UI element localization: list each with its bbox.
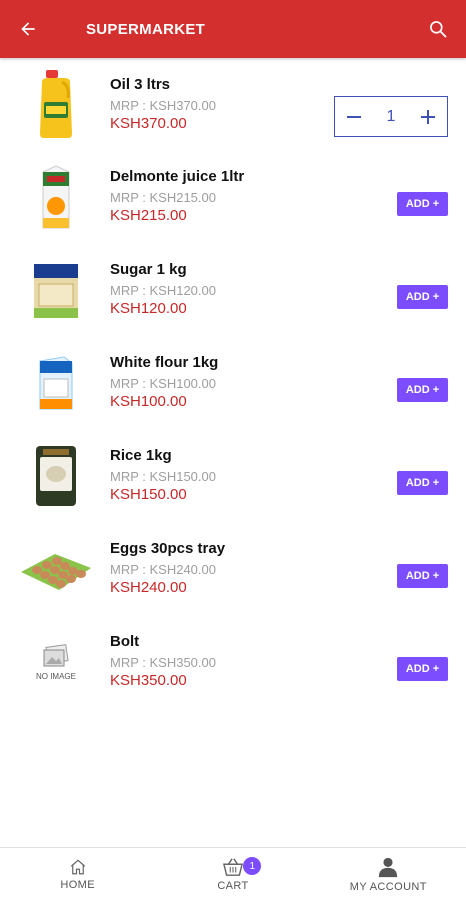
- product-name: Rice 1kg: [110, 447, 172, 464]
- product-info: Delmonte juice 1ltr MRP : KSH215.00 KSH2…: [110, 168, 244, 224]
- back-button[interactable]: [0, 0, 56, 58]
- app-bar: SUPERMARKET: [0, 0, 466, 58]
- product-price: KSH370.00: [110, 115, 187, 132]
- arrow-left-icon: [21, 22, 35, 36]
- add-to-cart-button[interactable]: ADD +: [397, 471, 448, 495]
- product-name: Oil 3 ltrs: [110, 76, 171, 93]
- product-row-oil: Oil 3 ltrs MRP : KSH370.00 KSH370.00 1: [0, 58, 466, 151]
- product-mrp: MRP : KSH350.00: [110, 655, 216, 670]
- nav-cart-label: CART: [217, 879, 249, 892]
- product-info: White flour 1kg MRP : KSH100.00 KSH100.0…: [110, 354, 218, 410]
- product-info: Eggs 30pcs tray MRP : KSH240.00 KSH240.0…: [110, 540, 225, 596]
- product-mrp: MRP : KSH150.00: [110, 469, 216, 484]
- add-to-cart-button[interactable]: ADD +: [397, 378, 448, 402]
- product-row-juice: Delmonte juice 1ltr MRP : KSH215.00 KSH2…: [0, 151, 466, 244]
- product-mrp: MRP : KSH370.00: [110, 98, 216, 113]
- product-info: Oil 3 ltrs MRP : KSH370.00 KSH370.00: [110, 76, 216, 132]
- product-name: Sugar 1 kg: [110, 261, 187, 278]
- product-row-bolt: NO IMAGE Bolt MRP : KSH350.00 KSH350.00 …: [0, 616, 466, 709]
- product-info: Sugar 1 kg MRP : KSH120.00 KSH120.00: [110, 261, 216, 317]
- product-image-rice: [18, 438, 94, 514]
- product-mrp: MRP : KSH120.00: [110, 283, 216, 298]
- search-button[interactable]: [410, 0, 466, 58]
- nav-cart[interactable]: 1 CART: [155, 848, 310, 900]
- product-image-sugar: [18, 252, 94, 328]
- product-mrp: MRP : KSH100.00: [110, 376, 216, 391]
- nav-account-label: MY ACCOUNT: [349, 880, 427, 893]
- bottom-navigation: HOME 1 CART MY ACCOUNT: [0, 847, 466, 900]
- search-icon: [430, 21, 447, 38]
- minus-icon: [347, 115, 361, 118]
- quantity-value: 1: [386, 107, 396, 125]
- page-title: SUPERMARKET: [86, 20, 206, 38]
- product-price: KSH215.00: [110, 207, 187, 224]
- cart-count-badge: 1: [243, 857, 262, 875]
- add-to-cart-button[interactable]: ADD +: [397, 657, 448, 681]
- nav-home-label: HOME: [60, 878, 95, 891]
- product-image-oil: [18, 66, 94, 142]
- product-info: Rice 1kg MRP : KSH150.00 KSH150.00: [110, 447, 216, 503]
- product-name: Delmonte juice 1ltr: [110, 168, 245, 185]
- product-price: KSH100.00: [110, 393, 187, 410]
- product-price: KSH350.00: [110, 672, 187, 689]
- product-image-placeholder: NO IMAGE: [18, 624, 94, 700]
- basket-icon: [222, 857, 244, 876]
- product-mrp: MRP : KSH215.00: [110, 190, 216, 205]
- product-image-eggs: [18, 531, 94, 607]
- product-price: KSH120.00: [110, 300, 187, 317]
- add-to-cart-button[interactable]: ADD +: [397, 285, 448, 309]
- product-name: Bolt: [110, 633, 140, 650]
- quantity-stepper: 1: [334, 96, 448, 137]
- nav-home[interactable]: HOME: [0, 848, 155, 900]
- plus-icon: [421, 109, 435, 124]
- product-row-sugar: Sugar 1 kg MRP : KSH120.00 KSH120.00 ADD…: [0, 244, 466, 337]
- product-price: KSH240.00: [110, 579, 187, 596]
- product-row-rice: Rice 1kg MRP : KSH150.00 KSH150.00 ADD +: [0, 430, 466, 523]
- product-name: White flour 1kg: [110, 354, 219, 371]
- home-icon: [70, 858, 85, 874]
- product-price: KSH150.00: [110, 486, 187, 503]
- product-info: Bolt MRP : KSH350.00 KSH350.00: [110, 633, 216, 689]
- product-row-flour: White flour 1kg MRP : KSH100.00 KSH100.0…: [0, 337, 466, 430]
- product-name: Eggs 30pcs tray: [110, 540, 226, 557]
- product-mrp: MRP : KSH240.00: [110, 562, 216, 577]
- nav-account[interactable]: MY ACCOUNT: [311, 848, 466, 900]
- add-to-cart-button[interactable]: ADD +: [397, 192, 448, 216]
- product-list: Oil 3 ltrs MRP : KSH370.00 KSH370.00 1 D…: [0, 58, 466, 709]
- no-image-icon: [43, 643, 69, 666]
- user-icon: [379, 857, 398, 877]
- no-image-label: NO IMAGE: [35, 671, 76, 681]
- product-image-juice: [18, 159, 94, 235]
- add-to-cart-button[interactable]: ADD +: [397, 564, 448, 588]
- product-row-eggs: Eggs 30pcs tray MRP : KSH240.00 KSH240.0…: [0, 523, 466, 616]
- decrease-quantity-button[interactable]: [343, 106, 365, 128]
- product-image-flour: [18, 345, 94, 421]
- increase-quantity-button[interactable]: [417, 106, 439, 128]
